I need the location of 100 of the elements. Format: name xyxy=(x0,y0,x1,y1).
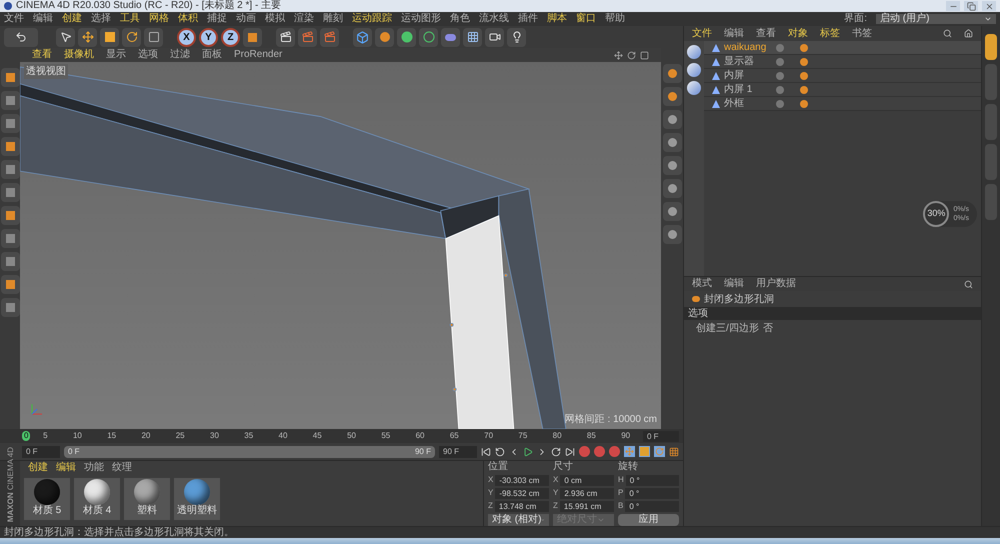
menu-item[interactable]: 角色 xyxy=(450,14,470,24)
end-frame-field[interactable]: 90 F xyxy=(439,446,477,458)
menu-item[interactable]: 文件 xyxy=(4,14,24,24)
axis-label: Y xyxy=(488,487,494,499)
side-tab[interactable] xyxy=(985,34,997,60)
menu-item[interactable]: 查看 xyxy=(32,50,52,60)
viewport[interactable]: 透视视图 网格间距 : 10000 cm xyxy=(20,62,661,429)
material-swatch[interactable]: 透明塑料 xyxy=(174,478,220,520)
menu-item[interactable]: 编辑 xyxy=(724,279,744,289)
value-field[interactable]: -30.303 cm xyxy=(495,474,549,486)
layout-dropdown[interactable]: 启动 (用户) xyxy=(876,14,996,24)
search-icon[interactable] xyxy=(964,280,973,288)
material-swatch[interactable]: 塑料 xyxy=(124,478,170,520)
axis-lock-button[interactable]: Y xyxy=(199,28,218,46)
menu-item[interactable]: ProRender xyxy=(234,50,282,60)
menu-item[interactable]: 编辑 xyxy=(33,14,53,24)
object-row[interactable]: waikuang xyxy=(704,41,981,55)
menu-item[interactable]: 帮助 xyxy=(605,14,625,24)
menu-item[interactable]: 脚本 xyxy=(547,14,567,24)
menu-item[interactable]: 运动跟踪 xyxy=(352,14,392,24)
minimize-button[interactable] xyxy=(946,1,960,11)
menu-item[interactable]: 流水线 xyxy=(479,14,509,24)
frame-tick: 70 xyxy=(484,430,494,442)
floor-icon[interactable] xyxy=(463,28,482,46)
value-field[interactable]: 0 cm xyxy=(560,474,614,486)
menu-item[interactable]: 编辑 xyxy=(724,28,744,38)
menu-item[interactable]: 网格 xyxy=(149,14,169,24)
search-icon[interactable] xyxy=(943,29,952,38)
menu-item[interactable]: 书签 xyxy=(852,28,872,38)
record-icon[interactable] xyxy=(594,446,605,457)
menu-item[interactable]: 显示 xyxy=(106,50,126,60)
object-row[interactable]: 内屏 xyxy=(704,69,981,83)
menu-item[interactable]: 过滤 xyxy=(170,50,190,60)
menu-item[interactable]: 模拟 xyxy=(265,14,285,24)
value-field[interactable]: 0 ° xyxy=(625,500,679,512)
restore-button[interactable] xyxy=(964,1,978,11)
frame-tick: 85 xyxy=(586,430,596,442)
menu-item[interactable]: 编辑 xyxy=(56,462,76,472)
playhead[interactable]: 0 xyxy=(22,431,30,441)
menu-item[interactable]: 查看 xyxy=(756,28,776,38)
apply-button[interactable]: 应用 xyxy=(618,514,679,526)
menu-item[interactable]: 文件 xyxy=(692,28,712,38)
menu-item[interactable]: 捕捉 xyxy=(207,14,227,24)
app-icon xyxy=(4,2,12,10)
menu-item[interactable]: 纹理 xyxy=(112,462,132,472)
menu-item[interactable]: 对象 xyxy=(788,28,808,38)
object-row[interactable]: 显示器 xyxy=(704,55,981,69)
menu-item[interactable]: 雕刻 xyxy=(323,14,343,24)
mode-dropdown[interactable]: 对象 (相对) xyxy=(488,514,549,526)
menu-item[interactable]: 工具 xyxy=(120,14,140,24)
menu-item[interactable]: 功能 xyxy=(84,462,104,472)
value-field[interactable]: 13.748 cm xyxy=(494,500,549,512)
menu-item[interactable]: 运动图形 xyxy=(401,14,441,24)
camera-icon[interactable] xyxy=(485,28,504,46)
frame-field[interactable]: 0 F xyxy=(643,430,679,442)
start-frame-field[interactable]: 0 F xyxy=(22,446,60,458)
menu-item[interactable]: 摄像机 xyxy=(64,50,94,60)
menu-item[interactable]: 创建 xyxy=(62,14,82,24)
home-icon[interactable] xyxy=(964,29,973,38)
rotate-icon[interactable] xyxy=(122,28,141,46)
play-icon[interactable] xyxy=(523,446,533,456)
record-icon[interactable] xyxy=(579,446,590,457)
object-row[interactable]: 外框 xyxy=(704,97,981,111)
menu-item[interactable]: 用户数据 xyxy=(756,279,796,289)
value-field[interactable]: 0 ° xyxy=(625,488,679,498)
menu-item[interactable]: 体积 xyxy=(178,14,198,24)
go-to-start-icon[interactable] xyxy=(481,446,491,456)
loop-icon[interactable] xyxy=(551,446,561,456)
menu-item[interactable]: 模式 xyxy=(692,279,712,289)
move-icon[interactable] xyxy=(78,28,97,46)
value-field[interactable]: 0 ° xyxy=(626,474,679,486)
render-icon[interactable] xyxy=(298,28,317,46)
menu-item[interactable]: 面板 xyxy=(202,50,222,60)
menu-item[interactable]: 标签 xyxy=(820,28,840,38)
material-name: 材质 5 xyxy=(32,505,62,517)
undo-icon[interactable] xyxy=(4,28,38,46)
menu-item[interactable]: 动画 xyxy=(236,14,256,24)
material-swatch[interactable]: 材质 4 xyxy=(74,478,120,520)
menu-item[interactable]: 选项 xyxy=(138,50,158,60)
close-button[interactable] xyxy=(982,1,996,11)
material-swatch[interactable]: 材质 5 xyxy=(24,478,70,520)
loop-icon[interactable] xyxy=(495,446,505,456)
select-icon[interactable] xyxy=(56,28,75,46)
menu-item[interactable]: 选择 xyxy=(91,14,111,24)
axis-lock-button[interactable]: Z xyxy=(221,28,240,46)
go-to-end-icon[interactable] xyxy=(565,446,575,456)
object-row[interactable]: 内屏 1 xyxy=(704,83,981,97)
layout-label: 界面: xyxy=(844,14,867,24)
brand-logo: MAXON CINEMA 4D xyxy=(6,446,14,522)
render-icon[interactable] xyxy=(276,28,295,46)
menu-item[interactable]: 创建 xyxy=(28,462,48,472)
menu-item[interactable]: 插件 xyxy=(518,14,538,24)
menu-item[interactable]: 窗口 xyxy=(576,14,596,24)
field-value[interactable]: 否 xyxy=(762,320,773,336)
value-field[interactable]: -98.532 cm xyxy=(495,488,549,498)
axis-lock-button[interactable]: X xyxy=(177,28,196,46)
menu-item[interactable]: 渲染 xyxy=(294,14,314,24)
value-field[interactable]: 15.991 cm xyxy=(560,500,614,512)
navigation-icons[interactable] xyxy=(614,50,649,60)
value-field[interactable]: 2.936 cm xyxy=(560,488,614,498)
